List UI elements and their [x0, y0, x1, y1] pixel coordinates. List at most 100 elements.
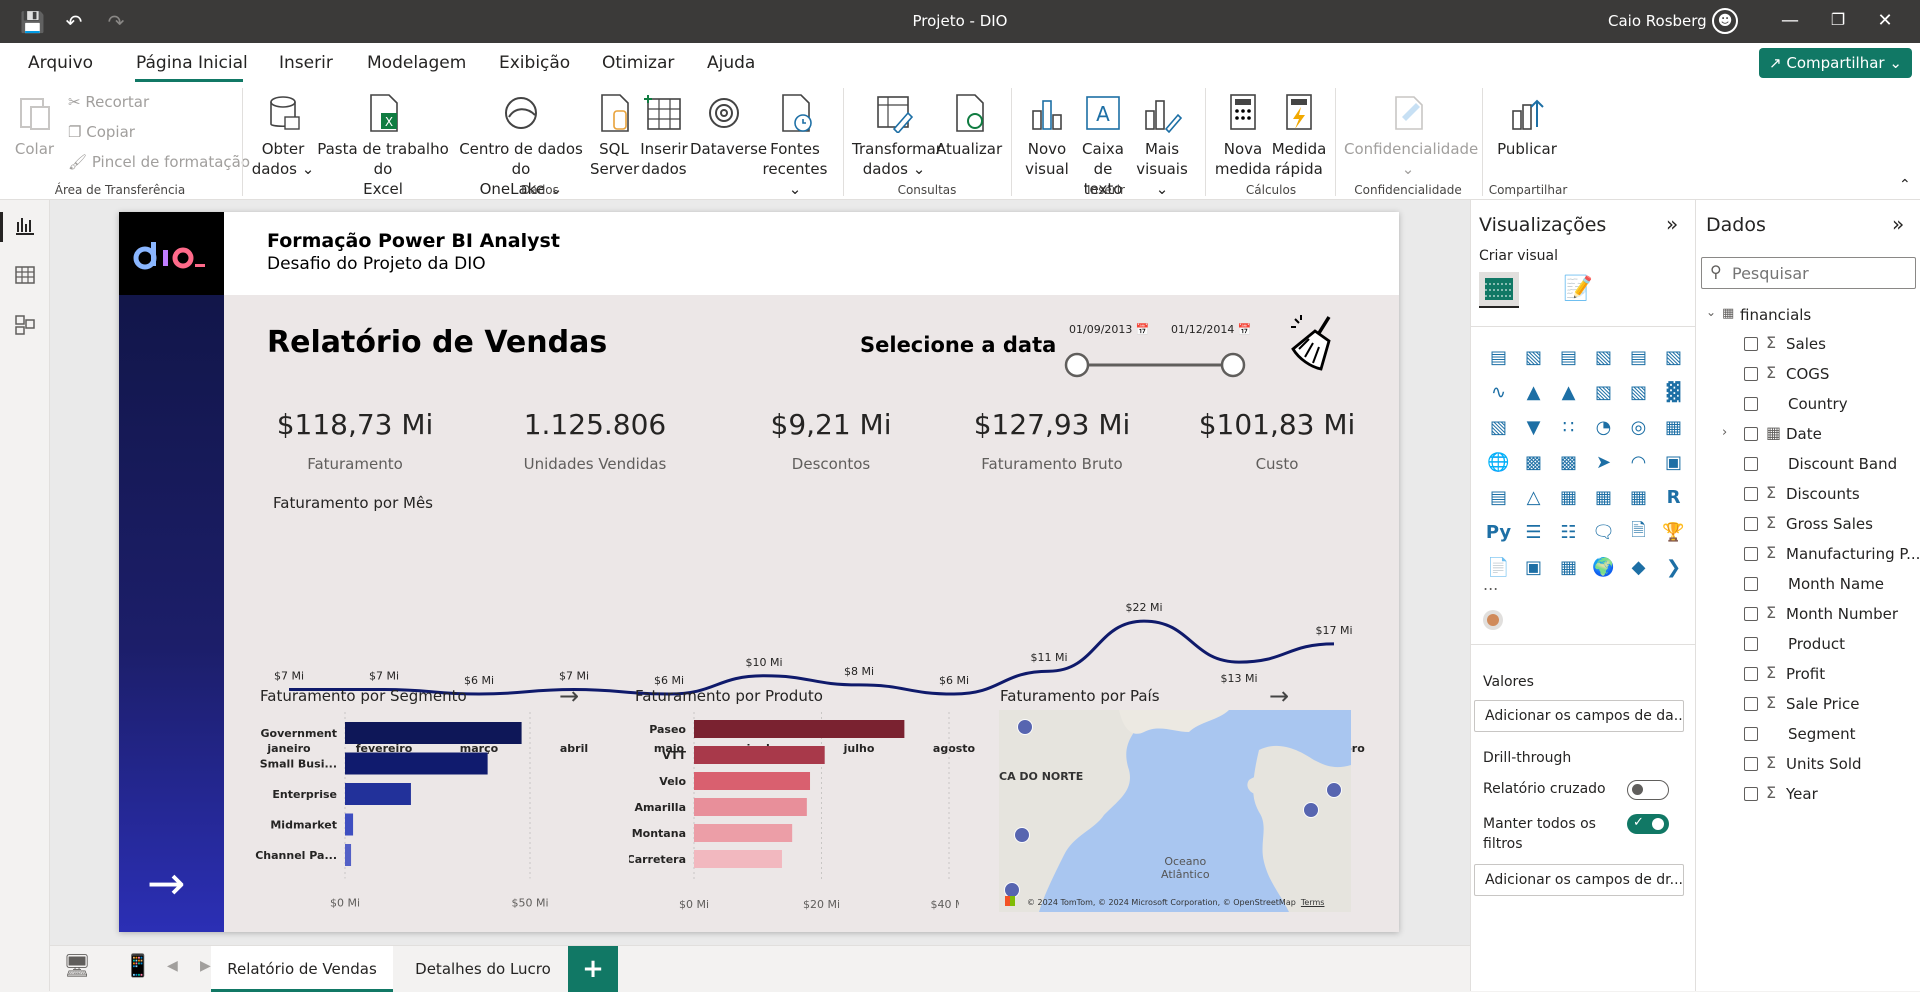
share-button[interactable]: ↗ Compartilhar ⌄: [1759, 48, 1912, 78]
cross-report-toggle[interactable]: [1627, 780, 1669, 800]
field-item[interactable]: Segment: [1696, 720, 1920, 750]
format-visual-tab[interactable]: 📝: [1563, 274, 1593, 302]
waterfall-icon[interactable]: ▧: [1481, 410, 1516, 445]
new-measure-button[interactable]: Nova medida: [1214, 93, 1272, 179]
restore-icon[interactable]: ❐: [1823, 10, 1853, 29]
collapse-ribbon-icon[interactable]: ⌃: [1899, 177, 1911, 193]
map-bubble[interactable]: [1017, 719, 1033, 735]
menu-inserir[interactable]: Inserir: [279, 53, 333, 73]
field-checkbox[interactable]: [1744, 727, 1758, 741]
desktop-layout-icon[interactable]: 🖥: [63, 954, 91, 979]
line-column-icon[interactable]: ▧: [1586, 375, 1621, 410]
field-checkbox[interactable]: [1744, 577, 1758, 591]
menu-otimizar[interactable]: Otimizar: [602, 53, 674, 73]
100-bar-icon[interactable]: ▤: [1621, 340, 1656, 375]
map-bubble[interactable]: [1326, 782, 1342, 798]
new-card-icon[interactable]: ▣: [1516, 550, 1551, 585]
new-slicer-icon[interactable]: ▦: [1551, 550, 1586, 585]
keep-filters-toggle[interactable]: ✓: [1627, 814, 1669, 834]
tab-relatorio-vendas[interactable]: Relatório de Vendas: [211, 946, 393, 992]
python-visual-icon[interactable]: Py: [1481, 515, 1516, 550]
map-bubble[interactable]: [1303, 802, 1319, 818]
field-item[interactable]: Σ Month Number: [1696, 600, 1920, 630]
paste-button[interactable]: Colar: [12, 93, 57, 159]
bar[interactable]: [694, 850, 782, 868]
add-page-button[interactable]: +: [568, 946, 618, 992]
donut-chart-icon[interactable]: ◎: [1621, 410, 1656, 445]
bar[interactable]: [694, 798, 807, 816]
drillthrough-arrow-icon[interactable]: →: [1269, 682, 1289, 710]
field-checkbox[interactable]: [1744, 607, 1758, 621]
menu-exibicao[interactable]: Exibição: [499, 53, 570, 73]
slicer-icon[interactable]: ▦: [1551, 480, 1586, 515]
data-search-box[interactable]: ⚲: [1701, 257, 1916, 289]
power-automate-icon[interactable]: ❯: [1656, 550, 1691, 585]
field-item[interactable]: Product: [1696, 630, 1920, 660]
quick-measure-button[interactable]: Medida rápida: [1270, 93, 1328, 179]
field-item[interactable]: Σ Units Sold: [1696, 750, 1920, 780]
ai-visual-icon[interactable]: [1483, 610, 1503, 630]
bar[interactable]: [694, 772, 811, 790]
product-bar-chart[interactable]: $0 Mi $20 Mi $40 Mi Paseo VTT Velo Amarilla Mon…: [629, 712, 959, 927]
menu-pagina-inicial[interactable]: Página Inicial: [136, 53, 248, 73]
segment-bar-chart[interactable]: $0 Mi $50 Mi Government Small Busi... Enterp…: [249, 712, 579, 927]
clustered-column-icon[interactable]: ▧: [1586, 340, 1621, 375]
table-view-icon[interactable]: [12, 264, 38, 290]
table-visual-icon[interactable]: ▦: [1586, 480, 1621, 515]
field-item[interactable]: Country: [1696, 390, 1920, 420]
field-item[interactable]: › ▦ Date: [1696, 420, 1920, 450]
field-checkbox[interactable]: [1744, 547, 1758, 561]
gauge-icon[interactable]: ◠: [1621, 445, 1656, 480]
field-item[interactable]: Σ Discounts: [1696, 480, 1920, 510]
field-item[interactable]: Σ COGS: [1696, 360, 1920, 390]
menu-ajuda[interactable]: Ajuda: [707, 53, 755, 73]
multirow-card-icon[interactable]: ▤: [1481, 480, 1516, 515]
field-item[interactable]: Σ Gross Sales: [1696, 510, 1920, 540]
field-checkbox[interactable]: [1744, 487, 1758, 501]
bar[interactable]: [694, 824, 793, 842]
copy-button[interactable]: ❐ Copiar: [68, 123, 135, 141]
field-checkbox[interactable]: [1744, 697, 1758, 711]
data-search-input[interactable]: [1732, 261, 1910, 285]
decomposition-tree-icon[interactable]: ☷: [1551, 515, 1586, 550]
enter-data-button[interactable]: Inserir dados: [640, 93, 688, 179]
menu-modelagem[interactable]: Modelagem: [367, 53, 466, 73]
field-item[interactable]: Discount Band: [1696, 450, 1920, 480]
cut-button[interactable]: ✂ Recortar: [68, 93, 149, 111]
field-checkbox[interactable]: [1744, 427, 1758, 441]
field-item[interactable]: Σ Year: [1696, 780, 1920, 810]
drillthrough-drop-field[interactable]: Adicionar os campos de dr...: [1474, 864, 1684, 896]
bar[interactable]: [345, 813, 354, 836]
date-end[interactable]: 01/12/2014 📅: [1171, 323, 1252, 336]
field-checkbox[interactable]: [1744, 517, 1758, 531]
report-view-icon[interactable]: [12, 214, 38, 240]
bar[interactable]: [345, 844, 352, 866]
field-checkbox[interactable]: [1744, 637, 1758, 651]
collapse-pane-icon[interactable]: »: [1666, 212, 1678, 236]
treemap-icon[interactable]: ▦: [1656, 410, 1691, 445]
key-influencers-icon[interactable]: ☰: [1516, 515, 1551, 550]
collapse-pane-icon[interactable]: »: [1892, 212, 1904, 236]
card-icon[interactable]: ▣: [1656, 445, 1691, 480]
line-clustered-icon[interactable]: ▧: [1621, 375, 1656, 410]
field-item[interactable]: Σ Sales: [1696, 330, 1920, 360]
area-chart-icon[interactable]: ▲: [1516, 375, 1551, 410]
field-checkbox[interactable]: [1744, 367, 1758, 381]
field-item[interactable]: Σ Manufacturing P...: [1696, 540, 1920, 570]
more-visuals-ellipsis[interactable]: ...: [1483, 575, 1498, 594]
scatter-icon[interactable]: ∷: [1551, 410, 1586, 445]
field-checkbox[interactable]: [1744, 397, 1758, 411]
field-checkbox[interactable]: [1744, 667, 1758, 681]
clustered-bar-icon[interactable]: ▤: [1551, 340, 1586, 375]
funnel-icon[interactable]: ▼: [1516, 410, 1551, 445]
prev-page-icon[interactable]: ◀: [167, 958, 178, 974]
stacked-area-icon[interactable]: ▲: [1551, 375, 1586, 410]
close-icon[interactable]: ✕: [1870, 10, 1900, 31]
matrix-icon[interactable]: ▦: [1621, 480, 1656, 515]
field-item[interactable]: Σ Profit: [1696, 660, 1920, 690]
navigation-arrow-icon[interactable]: →: [147, 860, 186, 906]
qa-icon[interactable]: 🗨: [1586, 515, 1621, 550]
azure-map-icon[interactable]: ➤: [1586, 445, 1621, 480]
goals-icon[interactable]: 🏆: [1656, 515, 1691, 550]
bar[interactable]: [345, 752, 488, 775]
